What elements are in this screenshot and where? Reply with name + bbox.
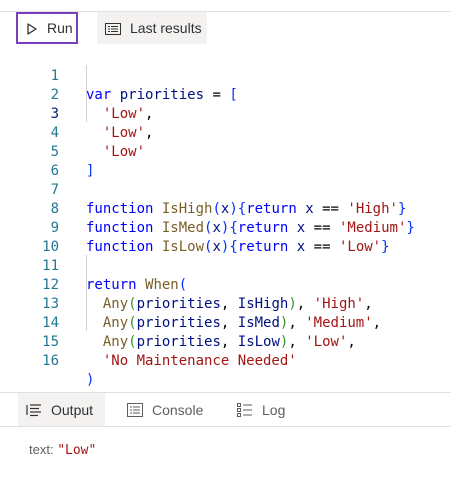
output-panel: Output Console Log text: "Low": [0, 392, 451, 488]
code-line: 2 'Low',: [0, 67, 451, 122]
code-line: 6: [0, 143, 451, 179]
code-line: 14 Any(priorities, IsLow), 'Low',: [42, 315, 356, 350]
output-divider: [0, 426, 451, 427]
code-line: 4 'Low': [0, 105, 451, 160]
output-result: text: "Low": [29, 442, 96, 458]
string-literal: 'No Maintenance Needed': [102, 353, 297, 369]
line-number: 16: [42, 353, 59, 369]
output-tabs: Output Console Log: [0, 392, 451, 427]
tab-output-label: Output: [51, 402, 94, 418]
tab-output[interactable]: Output: [18, 393, 105, 427]
code-line: 13 Any(priorities, IsMed), 'Medium',: [42, 296, 382, 331]
console-icon: [127, 403, 143, 417]
code-line: 10: [0, 219, 451, 255]
tab-console-label: Console: [152, 402, 204, 418]
run-button[interactable]: Run: [16, 12, 78, 44]
code-line: 7 function IsHigh(x){return x == 'High'}: [50, 182, 407, 217]
code-editor[interactable]: 1 var priorities = [ 2 'Low', 3 'Low', 4…: [0, 46, 451, 392]
list-icon: [105, 22, 121, 35]
run-button-label: Run: [47, 20, 73, 36]
code-line: 5 ]: [0, 124, 451, 179]
code-line: 11 return When(: [42, 258, 188, 293]
code-line: 1 var priorities = [: [0, 48, 451, 103]
last-results-tab[interactable]: Last results: [97, 12, 207, 44]
play-icon: [27, 22, 37, 35]
code-line: 3 'Low',: [0, 86, 451, 141]
output-list-icon: [26, 403, 42, 417]
log-icon: [237, 403, 253, 417]
output-key: text:: [29, 442, 54, 457]
code-line: 8 function IsMed(x){return x == 'Medium'…: [50, 201, 415, 236]
tab-log-label: Log: [262, 402, 286, 418]
code-line: 15 'No Maintenance Needed': [0, 314, 451, 369]
toolbar: Run Last results: [0, 0, 451, 46]
tab-console[interactable]: Console: [119, 393, 217, 427]
code-line: 9 function IsLow(x){return x == 'Low'}: [50, 220, 390, 255]
last-results-label: Last results: [130, 20, 202, 36]
code-line: 12 Any(priorities, IsHigh), 'High',: [42, 277, 373, 312]
tab-log[interactable]: Log: [229, 393, 299, 427]
code-line: 16 ): [42, 353, 95, 388]
output-value: "Low": [57, 443, 97, 458]
